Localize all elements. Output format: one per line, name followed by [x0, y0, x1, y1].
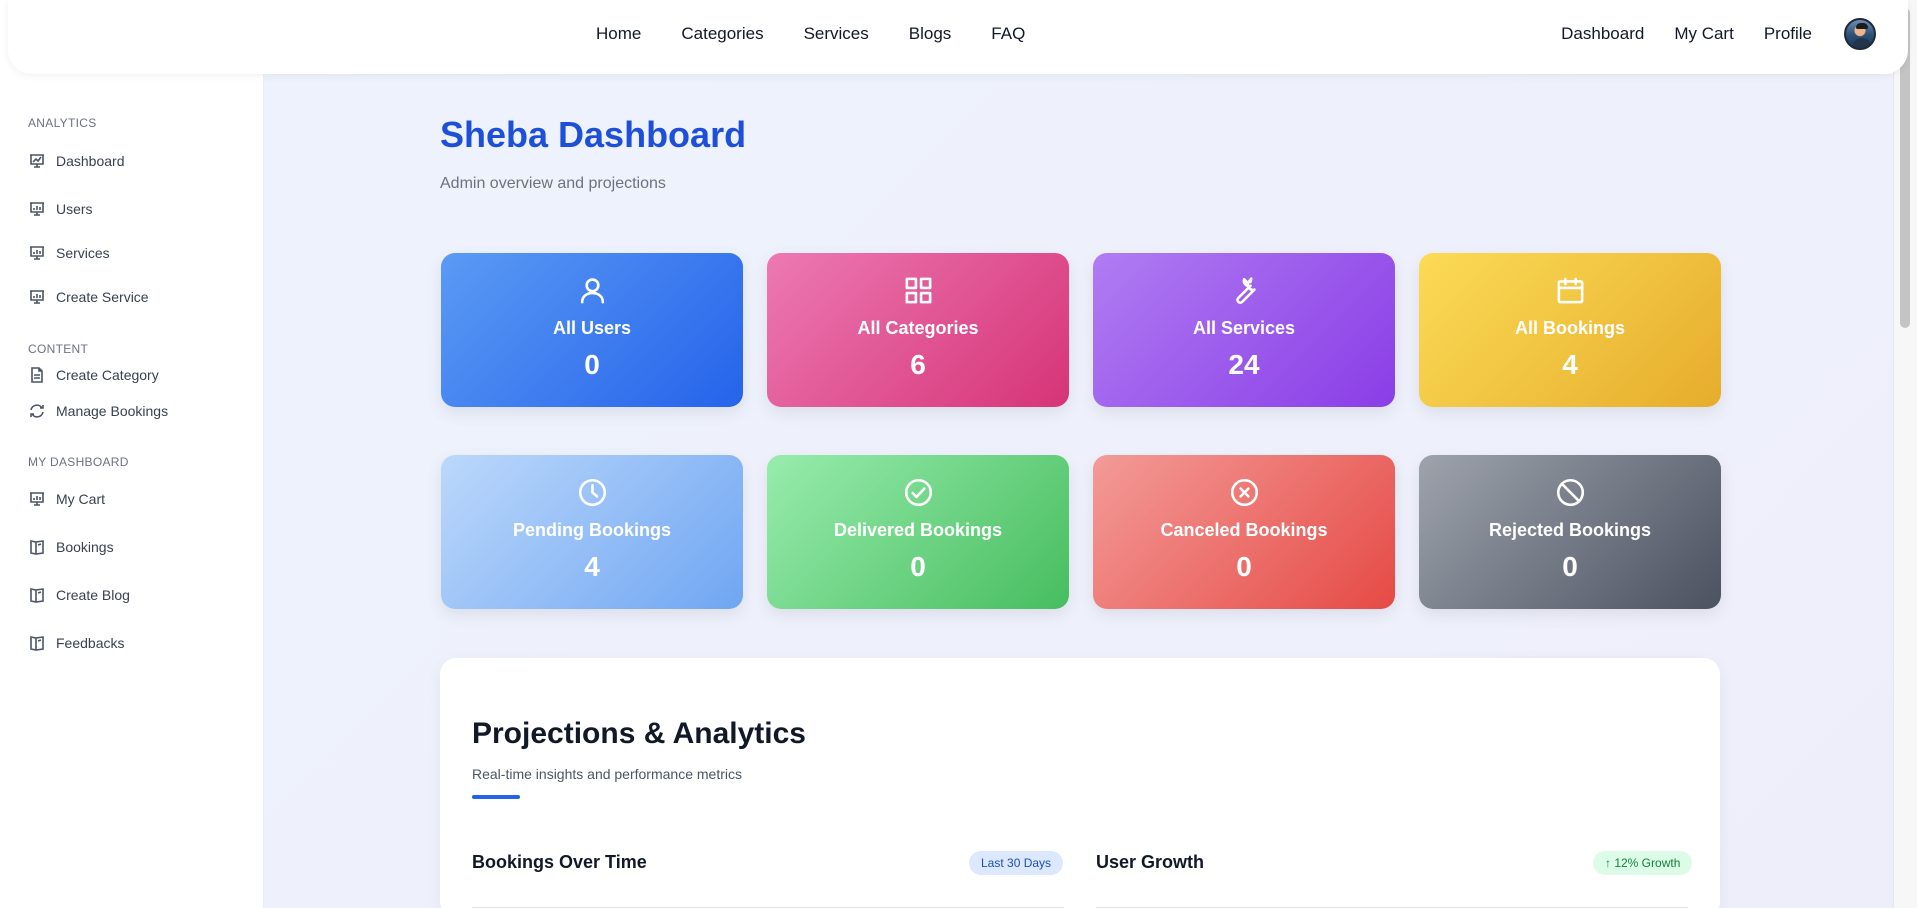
user-nav: Dashboard My Cart Profile [1561, 18, 1876, 50]
sidebar-item-manage-bookings[interactable]: Manage Bookings [28, 402, 168, 420]
document-icon [31, 367, 43, 383]
stat-label: Rejected Bookings [1488, 520, 1652, 540]
sidebar-item-label: Users [56, 201, 93, 217]
stat-label: All Bookings [1514, 318, 1625, 338]
check-circle-icon [904, 478, 933, 507]
stat-value: 0 [1236, 551, 1252, 582]
book-icon [30, 588, 44, 603]
sidebar-item-label: Create Service [56, 289, 149, 305]
grid-icon [905, 277, 932, 304]
page-title: Sheba Dashboard [440, 114, 747, 155]
stat-card-delivered-bookings[interactable]: Delivered Bookings 0 [767, 455, 1069, 609]
stat-value: 0 [910, 551, 926, 582]
user-growth-badge: ↑ 12% Growth [1593, 851, 1693, 875]
sidebar-section-content: CONTENT [28, 342, 89, 356]
stat-card-all-users[interactable]: All Users 0 [441, 253, 743, 407]
presentation-chart-icon [30, 202, 44, 216]
presentation-chart-icon [30, 246, 44, 260]
presentation-chart-icon [30, 154, 44, 168]
sidebar-item-label: Manage Bookings [56, 403, 169, 419]
sidebar-section-analytics: ANALYTICS [28, 116, 97, 130]
title-underline [472, 795, 520, 799]
sidebar-item-bookings[interactable]: Bookings [28, 538, 114, 556]
wrench-icon [1236, 277, 1256, 304]
stat-label: All Users [552, 318, 632, 338]
sidebar-item-create-blog[interactable]: Create Blog [28, 586, 130, 604]
stat-label: Delivered Bookings [833, 520, 1003, 540]
refresh-icon [30, 404, 44, 418]
sidebar-item-my-cart[interactable]: My Cart [28, 490, 105, 508]
sidebar-item-label: My Cart [56, 491, 105, 507]
nav-link-dashboard[interactable]: Dashboard [1561, 24, 1644, 44]
clock-icon [578, 478, 607, 507]
presentation-chart-icon [30, 290, 44, 304]
stat-label: Canceled Bookings [1160, 520, 1328, 540]
page-subtitle: Admin overview and projections [440, 175, 666, 192]
sidebar-item-label: Feedbacks [56, 635, 125, 651]
sidebar-section-my-dashboard: MY DASHBOARD [28, 455, 129, 469]
sidebar-item-label: Dashboard [56, 153, 125, 169]
stat-value: 4 [1562, 349, 1578, 380]
stat-card-all-bookings[interactable]: All Bookings 4 [1419, 253, 1721, 407]
main-content: Sheba Dashboard Admin overview and proje… [264, 74, 1893, 908]
sidebar-item-services[interactable]: Services [28, 244, 110, 262]
main-nav: Home Categories Services Blogs FAQ [596, 24, 1025, 44]
nav-link-faq[interactable]: FAQ [991, 24, 1025, 44]
stat-value: 4 [584, 551, 600, 582]
stat-card-pending-bookings[interactable]: Pending Bookings 4 [441, 455, 743, 609]
nav-link-categories[interactable]: Categories [681, 24, 763, 44]
stat-label: All Categories [857, 318, 979, 338]
sidebar-item-feedbacks[interactable]: Feedbacks [28, 634, 124, 652]
sidebar-item-dashboard[interactable]: Dashboard [28, 152, 125, 170]
sidebar-item-label: Create Blog [56, 587, 130, 603]
stat-value: 6 [910, 349, 926, 380]
stat-card-rejected-bookings[interactable]: Rejected Bookings 0 [1419, 455, 1721, 609]
presentation-chart-icon [30, 492, 44, 506]
sidebar-item-label: Bookings [56, 539, 114, 555]
nav-link-my-cart[interactable]: My Cart [1674, 24, 1734, 44]
page-scrollbar[interactable] [1893, 0, 1917, 908]
sidebar: ANALYTICS Dashboard Users Services Creat… [0, 74, 264, 908]
nav-link-blogs[interactable]: Blogs [909, 24, 952, 44]
calendar-icon [1557, 277, 1584, 304]
nav-link-profile[interactable]: Profile [1764, 24, 1812, 44]
sidebar-item-users[interactable]: Users [28, 200, 93, 218]
analytics-title: Projections & Analytics [472, 717, 806, 750]
x-circle-icon [1230, 478, 1259, 507]
sidebar-item-label: Services [56, 245, 110, 261]
stat-label: Pending Bookings [512, 520, 671, 540]
nav-link-services[interactable]: Services [804, 24, 869, 44]
book-icon [30, 636, 44, 651]
user-growth-chart-title: User Growth [1096, 852, 1205, 872]
sidebar-item-label: Create Category [56, 367, 159, 383]
analytics-subtitle: Real-time insights and performance metri… [472, 766, 742, 782]
sidebar-item-create-service[interactable]: Create Service [28, 288, 149, 306]
user-icon [580, 278, 605, 304]
analytics-panel: Projections & Analytics Real-time insigh… [440, 658, 1720, 908]
stat-label: All Services [1192, 318, 1296, 338]
stat-value: 0 [1562, 551, 1578, 582]
top-navbar: Home Categories Services Blogs FAQ Dashb… [8, 0, 1908, 74]
stat-value: 24 [1228, 349, 1260, 380]
stat-card-canceled-bookings[interactable]: Canceled Bookings 0 [1093, 455, 1395, 609]
nav-link-home[interactable]: Home [596, 24, 641, 44]
ban-icon [1556, 478, 1585, 507]
stat-value: 0 [584, 349, 600, 380]
sidebar-item-create-category[interactable]: Create Category [28, 366, 159, 384]
bookings-chart-title: Bookings Over Time [472, 852, 647, 872]
bookings-range-badge: Last 30 Days [969, 851, 1064, 875]
stat-card-all-services[interactable]: All Services 24 [1093, 253, 1395, 407]
book-icon [30, 540, 44, 555]
avatar[interactable] [1844, 18, 1876, 50]
stat-card-all-categories[interactable]: All Categories 6 [767, 253, 1069, 407]
